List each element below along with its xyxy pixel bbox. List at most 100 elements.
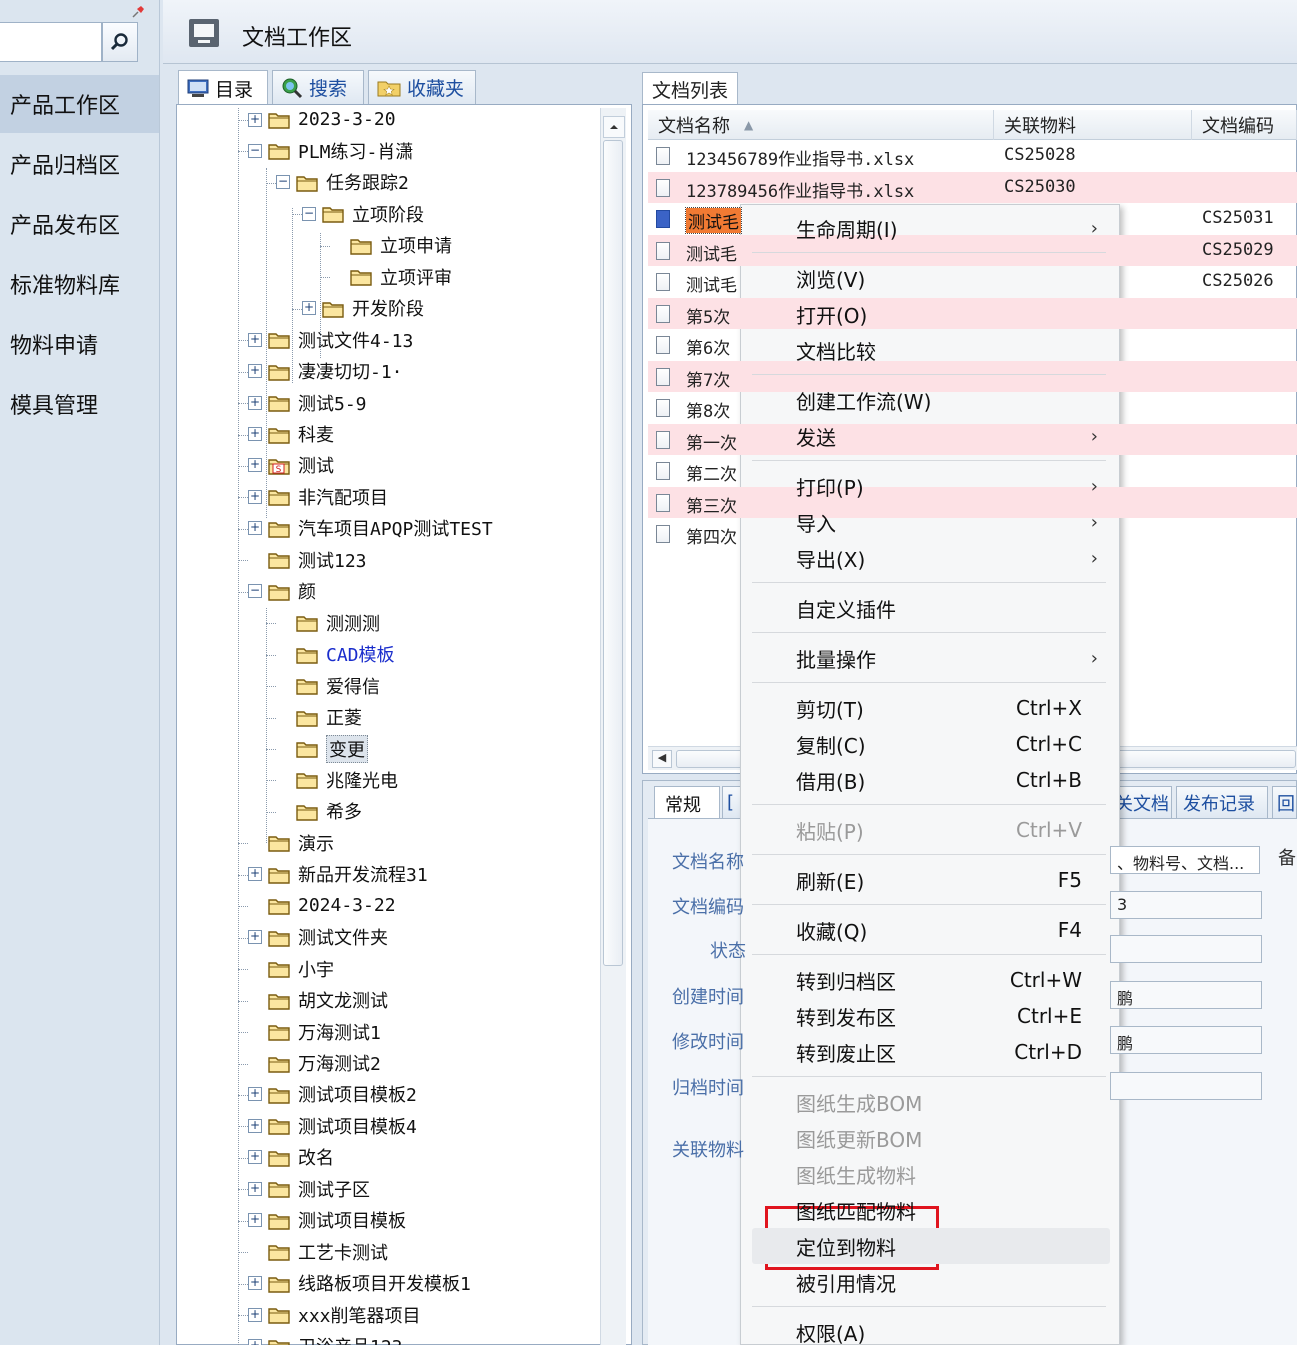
tree-node[interactable]: + 测试项目模板 — [248, 1205, 406, 1236]
scroll-up-button[interactable] — [603, 116, 625, 138]
tree-node[interactable]: 演示 — [248, 827, 334, 858]
tree-node[interactable]: + 科麦 — [248, 419, 334, 450]
expand-icon[interactable]: + — [302, 301, 316, 316]
tree-node[interactable]: − 颜 — [248, 576, 316, 607]
field-value[interactable] — [1110, 935, 1262, 963]
nav-item-4[interactable]: 物料申请 — [0, 315, 159, 373]
tree-node[interactable]: − 立项阶段 — [302, 198, 424, 229]
tab-favorites[interactable]: 收藏夹 — [368, 70, 476, 104]
table-row[interactable]: 123456789作业指导书.xlsx CS25028 — [648, 140, 1297, 171]
menu-item[interactable]: 转到发布区 Ctrl+E — [752, 998, 1110, 1034]
expand-icon[interactable]: + — [248, 427, 262, 441]
tree-node[interactable]: + 卫浴产品123 — [248, 1331, 403, 1345]
menu-item[interactable]: 刷新(E) F5 — [752, 862, 1110, 898]
expand-icon[interactable]: + — [248, 112, 262, 127]
tree-node[interactable]: + 测试项目模板2 — [248, 1079, 417, 1110]
tree-node[interactable]: + 汽车项目APQP测试TEST — [248, 513, 493, 544]
menu-item[interactable]: 图纸匹配物料 — [752, 1192, 1110, 1228]
tree-node[interactable]: 测试123 — [248, 544, 367, 575]
tab-general[interactable]: 常规 — [654, 786, 720, 820]
tree-node[interactable]: + 非汽配项目 — [248, 481, 388, 512]
tree-node[interactable]: 立项评审 — [330, 261, 452, 292]
tree-vertical-scrollbar[interactable] — [600, 108, 626, 1345]
menu-item[interactable]: 收藏(Q) F4 — [752, 912, 1110, 948]
tree-node[interactable]: 工艺卡测试 — [248, 1236, 388, 1267]
menu-item[interactable]: 复制(C) Ctrl+C — [752, 726, 1110, 762]
field-value[interactable]: 鹏 — [1110, 981, 1262, 1009]
column-doc-code[interactable]: 文档编码 — [1192, 110, 1297, 140]
menu-item[interactable]: 发送 › — [752, 418, 1110, 454]
expand-icon[interactable]: + — [248, 1276, 262, 1291]
expand-icon[interactable]: + — [248, 1181, 262, 1196]
nav-search-input[interactable] — [0, 22, 102, 62]
tree-node[interactable]: + 线路板项目开发模板1 — [248, 1268, 471, 1299]
menu-item[interactable]: 批量操作 › — [752, 640, 1110, 676]
tree-node[interactable]: + 改名 — [248, 1142, 334, 1173]
menu-item[interactable]: 文档比较 — [752, 332, 1110, 368]
pin-icon[interactable] — [130, 4, 146, 20]
tree-node[interactable]: 万海测试1 — [248, 1016, 381, 1047]
tree-node[interactable]: +2023-3-20 — [248, 108, 396, 135]
menu-item[interactable]: 转到废止区 Ctrl+D — [752, 1034, 1110, 1070]
expand-icon[interactable]: + — [248, 364, 262, 379]
menu-item[interactable]: 导入 › — [752, 504, 1110, 540]
nav-item-3[interactable]: 标准物料库 — [0, 255, 159, 313]
nav-item-1[interactable]: 产品归档区 — [0, 135, 159, 193]
tree-node[interactable]: + 测试项目模板4 — [248, 1110, 417, 1141]
expand-icon[interactable]: + — [248, 930, 262, 945]
menu-item[interactable]: 自定义插件 — [752, 590, 1110, 626]
expand-icon[interactable]: + — [248, 458, 262, 473]
field-value[interactable]: 3 — [1110, 891, 1262, 919]
tree-node[interactable]: 万海测试2 — [248, 1048, 381, 1079]
tree-node[interactable]: + S 测试 — [248, 450, 334, 481]
tree-node[interactable]: 胡文龙测试 — [248, 985, 388, 1016]
menu-item[interactable]: 转到归档区 Ctrl+W — [752, 962, 1110, 998]
column-doc-name[interactable]: 文档名称 ▲ — [648, 110, 994, 140]
expand-icon[interactable]: + — [248, 867, 262, 882]
expand-icon[interactable]: + — [248, 1307, 262, 1322]
expand-icon[interactable]: + — [248, 1118, 262, 1133]
collapse-icon[interactable]: − — [248, 584, 262, 599]
field-value[interactable] — [1110, 1072, 1262, 1100]
tab-publish-record[interactable]: 发布记录 — [1176, 786, 1268, 818]
menu-item[interactable]: 定位到物料 — [752, 1228, 1110, 1264]
tree-node[interactable]: 正菱 — [276, 702, 362, 733]
expand-icon[interactable]: + — [248, 521, 262, 536]
collapse-icon[interactable]: − — [248, 143, 262, 158]
collapse-icon[interactable]: − — [276, 175, 290, 190]
tree-node[interactable]: − PLM练习-肖潇 — [248, 135, 413, 166]
expand-icon[interactable]: + — [248, 489, 262, 504]
tab-more[interactable]: 回 — [1272, 786, 1297, 818]
expand-icon[interactable]: + — [248, 1339, 262, 1345]
expand-icon[interactable]: + — [248, 1087, 262, 1102]
tree-node[interactable]: + 测试文件4-13 — [248, 324, 413, 355]
nav-item-2[interactable]: 产品发布区 — [0, 195, 159, 253]
menu-item[interactable]: 被引用情况 — [752, 1264, 1110, 1300]
scroll-left-button[interactable]: ◀ — [652, 750, 672, 768]
expand-icon[interactable]: + — [248, 332, 262, 347]
menu-item[interactable]: 打印(P) › — [752, 468, 1110, 504]
tree-node[interactable]: 小宇 — [248, 953, 334, 984]
tree-node[interactable]: + 新品开发流程31 — [248, 859, 428, 890]
tree-node[interactable]: 变更 — [276, 733, 368, 764]
menu-item[interactable]: 浏览(V) — [752, 260, 1110, 296]
field-value[interactable]: 、物料号、文档... — [1110, 846, 1260, 874]
tree-node[interactable]: + 凄凄切切-1· — [248, 356, 403, 387]
tab-directory[interactable]: 目录 — [178, 70, 268, 106]
tree-node[interactable]: + 测试子区 — [248, 1173, 370, 1204]
column-material[interactable]: 关联物料 — [994, 110, 1192, 140]
menu-item[interactable]: 剪切(T) Ctrl+X — [752, 690, 1110, 726]
tree-node[interactable]: + 测试文件夹 — [248, 922, 388, 953]
tree-node[interactable]: + xxx削笔器项目 — [248, 1299, 421, 1330]
tab-search[interactable]: 搜索 — [272, 70, 364, 104]
tree-node[interactable]: 希多 — [276, 796, 362, 827]
menu-item[interactable]: 创建工作流(W) — [752, 382, 1110, 418]
expand-icon[interactable]: + — [248, 1213, 262, 1228]
tree-node[interactable]: 爱得信 — [276, 670, 380, 701]
expand-icon[interactable]: + — [248, 1150, 262, 1165]
tab-doc-list[interactable]: 文档列表 — [642, 72, 738, 106]
expand-icon[interactable]: + — [248, 395, 262, 410]
tree-node[interactable]: 立项申请 — [330, 230, 452, 261]
tree-node[interactable]: CAD模板 — [276, 639, 395, 670]
menu-item[interactable]: 权限(A) — [752, 1314, 1110, 1345]
